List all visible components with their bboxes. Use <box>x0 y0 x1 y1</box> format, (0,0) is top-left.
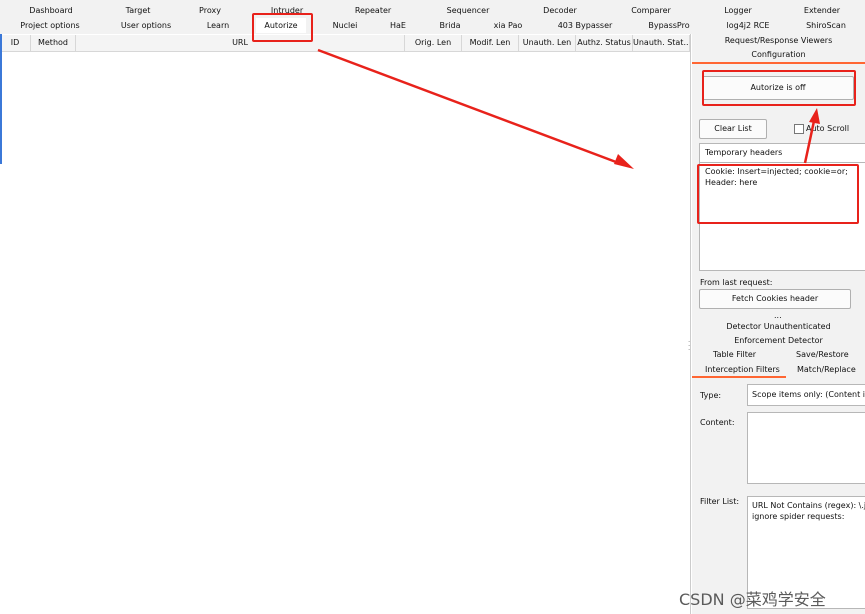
filter-list-label: Filter List: <box>700 497 740 506</box>
tab-bar: Dashboard Target Proxy Intruder Repeater… <box>0 0 865 34</box>
tab-brida[interactable]: Brida <box>430 18 470 33</box>
configuration-tab-underline <box>692 62 865 64</box>
tab-sequencer[interactable]: Sequencer <box>436 3 500 18</box>
tab-save-restore[interactable]: Save/Restore <box>796 350 849 359</box>
tab-dashboard[interactable]: Dashboard <box>14 3 88 18</box>
column-modif-len[interactable]: Modif. Len <box>462 35 519 51</box>
column-method[interactable]: Method <box>31 35 76 51</box>
content-textarea[interactable] <box>747 412 865 484</box>
auto-scroll-label: Auto Scroll <box>806 124 850 133</box>
tab-comparer[interactable]: Comparer <box>620 3 682 18</box>
filter-list-item[interactable]: ignore spider requests: <box>752 511 865 522</box>
column-unauth-status[interactable]: Unauth. Stat... <box>633 35 690 51</box>
table-header: ID Method URL Orig. Len Modif. Len Unaut… <box>0 35 690 52</box>
annotation-box-autorize-tab <box>252 13 313 42</box>
content-label: Content: <box>700 418 735 427</box>
results-table[interactable]: ID Method URL Orig. Len Modif. Len Unaut… <box>0 34 691 614</box>
type-label: Type: <box>700 391 722 400</box>
column-unauth-len[interactable]: Unauth. Len <box>519 35 576 51</box>
watermark-text: CSDN @菜鸡学安全 <box>679 590 826 609</box>
config-panel: Request/Response Viewers Configuration A… <box>692 34 865 614</box>
tab-bypasspro[interactable]: BypassPro <box>640 18 698 33</box>
tab-interception-filters[interactable]: Interception Filters <box>705 365 780 374</box>
tab-learn[interactable]: Learn <box>196 18 240 33</box>
column-authz-status[interactable]: Authz. Status <box>576 35 633 51</box>
tab-request-response-viewers[interactable]: Request/Response Viewers <box>692 36 865 45</box>
fetch-cookies-header-button[interactable]: Fetch Cookies header <box>699 289 851 309</box>
tab-proxy[interactable]: Proxy <box>186 3 234 18</box>
column-url[interactable]: URL <box>76 35 405 51</box>
tab-shiroscan[interactable]: ShiroScan <box>796 18 856 33</box>
interception-filters-underline <box>692 376 786 378</box>
from-last-request-label: From last request: <box>700 278 773 287</box>
tab-configuration[interactable]: Configuration <box>692 50 865 59</box>
tab-project-options[interactable]: Project options <box>14 18 86 33</box>
type-select[interactable]: Scope items only: (Content is n <box>747 384 865 406</box>
clear-list-button[interactable]: Clear List <box>699 119 767 139</box>
tab-enforcement-detector[interactable]: Enforcement Detector <box>692 336 865 345</box>
tab-table-filter[interactable]: Table Filter <box>713 350 756 359</box>
tab-match-replace[interactable]: Match/Replace <box>797 365 856 374</box>
tab-detector-unauthenticated[interactable]: Detector Unauthenticated <box>692 322 865 331</box>
auto-scroll-checkbox[interactable] <box>794 124 804 134</box>
tab-hae[interactable]: HaE <box>380 18 416 33</box>
tab-logger[interactable]: Logger <box>712 3 764 18</box>
annotation-box-autorize-toggle <box>702 70 856 106</box>
tab-extender[interactable]: Extender <box>792 3 852 18</box>
tab-xia-pao[interactable]: xia Pao <box>486 18 530 33</box>
tab-403-bypasser[interactable]: 403 Bypasser <box>552 18 618 33</box>
section-ellipsis: ... <box>774 311 782 320</box>
temporary-headers-dropdown[interactable]: Temporary headers <box>699 143 865 163</box>
tab-nuclei[interactable]: Nuclei <box>322 18 368 33</box>
column-id[interactable]: ID <box>0 35 31 51</box>
tab-repeater[interactable]: Repeater <box>344 3 402 18</box>
filter-list-item[interactable]: URL Not Contains (regex): \.js|\ <box>752 500 865 511</box>
annotation-box-headers <box>697 164 859 224</box>
tab-user-options[interactable]: User options <box>110 18 182 33</box>
tab-log4j2-rce[interactable]: log4j2 RCE <box>718 18 778 33</box>
tab-decoder[interactable]: Decoder <box>532 3 588 18</box>
left-edge-marker <box>0 34 2 164</box>
tab-target[interactable]: Target <box>110 3 166 18</box>
column-orig-len[interactable]: Orig. Len <box>405 35 462 51</box>
